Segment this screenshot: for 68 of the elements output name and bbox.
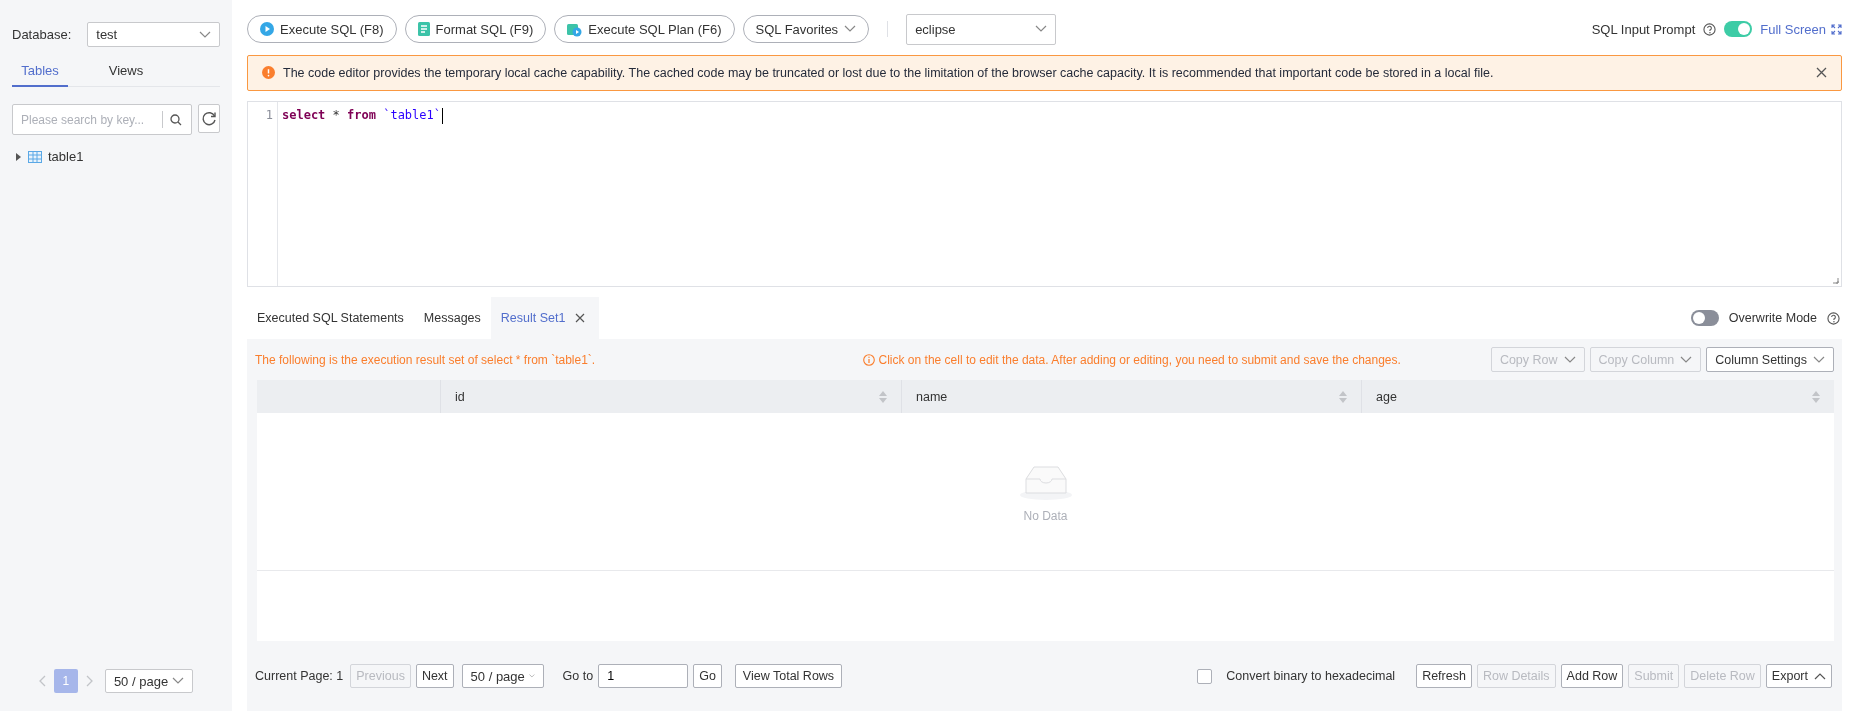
overwrite-mode-label: Overwrite Mode	[1728, 311, 1817, 325]
chevron-down-icon	[172, 677, 185, 685]
pagination-button[interactable]: Next	[415, 664, 454, 688]
help-icon[interactable]	[1827, 311, 1840, 325]
result-tab[interactable]: Result Set1	[490, 297, 600, 339]
help-icon[interactable]	[1703, 22, 1717, 36]
alert-text: The code editor provides the temporary local cache capability. The cached code may be truncated or lost due to the limitation of the browser cache capacity. It is recommended that important code be stored in a local file.	[283, 65, 1495, 80]
database-select[interactable]: test	[87, 22, 220, 47]
tree-item[interactable]: table1	[48, 149, 84, 164]
go-button[interactable]: Go	[693, 664, 722, 688]
table-icon	[28, 150, 42, 163]
chevron-up-icon	[1814, 672, 1826, 680]
search-field[interactable]: Please search by key...	[12, 104, 192, 135]
footer-button[interactable]: Export	[1765, 664, 1832, 688]
checkbox-label: Convert binary to hexadecimal	[1226, 669, 1396, 683]
result-tab[interactable]: Executed SQL Statements	[247, 297, 414, 339]
footer-button[interactable]: Add Row	[1560, 664, 1624, 688]
page-size-select[interactable]: 50 / page	[104, 669, 194, 693]
document-icon	[417, 22, 430, 36]
chevron-down-icon	[1680, 355, 1693, 364]
refresh-button[interactable]	[198, 104, 220, 133]
resize-grip-icon[interactable]	[1832, 277, 1839, 284]
footer-button[interactable]: Refresh	[1416, 664, 1472, 688]
toolbar-button[interactable]: Execute SQL Plan (F6)	[554, 15, 735, 43]
sidebar-tab[interactable]: Tables	[12, 59, 68, 87]
code-line: select * from `table1`	[281, 106, 444, 126]
no-data-text: No Data	[1023, 508, 1068, 523]
warning-icon	[262, 66, 275, 80]
sql-input-prompt-label: SQL Input Prompt	[1591, 21, 1696, 37]
toggle-switch[interactable]	[1724, 21, 1753, 37]
toggle-switch[interactable]	[1690, 310, 1719, 326]
toolbar-button[interactable]: SQL Favorites	[742, 15, 870, 43]
current-page-text: Current Page: 1	[255, 669, 344, 683]
close-icon[interactable]	[1816, 67, 1827, 79]
chevron-down-icon	[199, 30, 211, 39]
play-icon	[260, 22, 274, 36]
info-icon	[862, 353, 875, 366]
chevron-down-icon	[844, 25, 857, 33]
code-editor[interactable]: 1 select * from `table1`	[247, 100, 1842, 287]
result-tab[interactable]: Messages	[413, 297, 491, 339]
column-header[interactable]: name	[916, 389, 948, 404]
chevron-down-icon	[1563, 355, 1576, 364]
refresh-icon	[201, 110, 217, 127]
chevron-down-icon	[1813, 355, 1825, 364]
sidebar-tab[interactable]: Views	[98, 59, 154, 87]
result-summary: The following is the execution result set of select * from `table1`.	[255, 352, 596, 367]
toolbar-button[interactable]: Execute SQL (F8)	[247, 15, 397, 43]
column-header[interactable]: id	[455, 389, 465, 404]
page-number-field[interactable]: 1	[598, 664, 689, 688]
checkbox[interactable]	[1197, 668, 1213, 684]
column-header[interactable]: age	[1376, 389, 1397, 404]
expand-icon	[1831, 23, 1842, 35]
action-button[interactable]: Column Settings	[1706, 347, 1834, 372]
expand-caret-icon[interactable]	[16, 152, 22, 161]
database-label: Database:	[12, 27, 72, 42]
full-screen-link[interactable]: Full Screen	[1760, 21, 1842, 37]
chevron-down-icon	[1035, 25, 1048, 33]
line-number: 1	[264, 107, 273, 122]
close-icon[interactable]	[575, 313, 586, 323]
page-size-select[interactable]: 50 / page	[461, 664, 544, 688]
search-icon[interactable]	[170, 114, 182, 126]
chevron-down-icon	[528, 672, 535, 680]
edit-hint: Click on the cell to edit the data. After adding or editing, you need to submit and save the changes.	[878, 352, 1401, 367]
calendar-play-icon	[567, 21, 583, 37]
theme-select[interactable]: eclipse	[906, 13, 1057, 45]
view-total-rows-button[interactable]: View Total Rows	[734, 664, 843, 688]
toolbar-button[interactable]: Format SQL (F9)	[404, 15, 547, 43]
go-to-label: Go to	[562, 669, 594, 683]
